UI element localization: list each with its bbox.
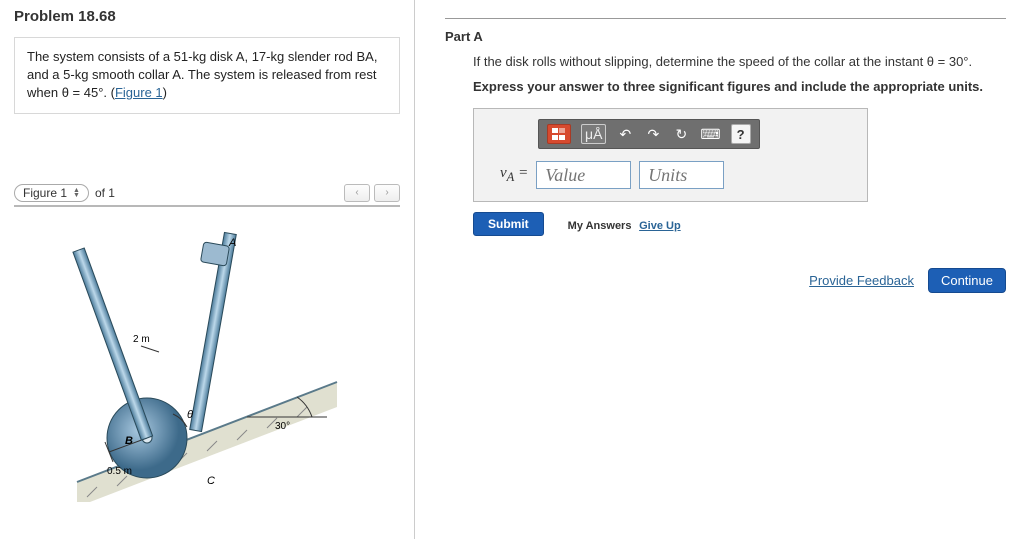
provide-feedback-link[interactable]: Provide Feedback	[809, 273, 914, 288]
figure-header: Figure 1 ▲▼ of 1 ‹ ›	[14, 184, 400, 207]
answer-box: μÅ ↶ ↷ ↻ ⌨ ? vA =	[473, 108, 868, 202]
keyboard-icon[interactable]: ⌨	[700, 124, 720, 144]
figure-canvas: 30° B 0.5 m A	[14, 207, 400, 507]
figure-count: of 1	[95, 186, 115, 200]
figure-prev-button[interactable]: ‹	[344, 184, 370, 202]
disk-radius: 0.5 m	[107, 466, 132, 477]
reset-icon[interactable]: ↻	[672, 124, 690, 144]
ground-label: C	[207, 475, 215, 487]
redo-icon[interactable]: ↷	[644, 124, 662, 144]
figure-link[interactable]: Figure 1	[115, 85, 163, 100]
right-panel: Part A If the disk rolls without slippin…	[415, 0, 1024, 539]
submit-button[interactable]: Submit	[473, 212, 544, 236]
problem-title: Problem 18.68	[14, 0, 400, 37]
figure-selector[interactable]: Figure 1 ▲▼	[14, 184, 89, 202]
problem-tail: )	[163, 85, 167, 100]
incline-angle: 30°	[275, 421, 290, 432]
part-a-body: If the disk rolls without slipping, dete…	[445, 54, 1006, 236]
variable-label: vA =	[500, 165, 528, 185]
symbols-icon[interactable]: μÅ	[581, 124, 606, 144]
stepper-icon: ▲▼	[73, 188, 80, 198]
figure-selector-label: Figure 1	[23, 186, 67, 200]
problem-statement: The system consists of a 51-kg disk A, 1…	[14, 37, 400, 114]
units-input[interactable]	[639, 161, 724, 189]
left-panel: Problem 18.68 The system consists of a 5…	[0, 0, 415, 539]
figure-nav: ‹ ›	[344, 184, 400, 202]
undo-icon[interactable]: ↶	[616, 124, 634, 144]
templates-icon[interactable]	[547, 124, 571, 144]
divider	[445, 18, 1006, 19]
figure-svg: 30° B 0.5 m A	[57, 222, 357, 502]
continue-button[interactable]: Continue	[928, 268, 1006, 293]
part-a-label: Part A	[445, 29, 1006, 44]
value-input[interactable]	[536, 161, 631, 189]
my-answers-group: My Answers Give Up	[568, 217, 681, 232]
figure-next-button[interactable]: ›	[374, 184, 400, 202]
collar-label: A	[228, 237, 236, 249]
part-a-prompt: If the disk rolls without slipping, dete…	[473, 54, 1006, 69]
figure-section: Figure 1 ▲▼ of 1 ‹ ›	[14, 184, 400, 507]
answer-input-row: vA =	[500, 161, 853, 189]
theta-label: θ	[187, 409, 193, 421]
footer-row: Provide Feedback Continue	[809, 268, 1006, 293]
give-up-link[interactable]: Give Up	[639, 220, 681, 232]
answer-toolbar: μÅ ↶ ↷ ↻ ⌨ ?	[538, 119, 760, 149]
problem-text: The system consists of a 51-kg disk A, 1…	[27, 49, 377, 100]
help-icon[interactable]: ?	[731, 124, 751, 144]
part-a-instruction: Express your answer to three significant…	[473, 79, 1006, 94]
rod-length: 2 m	[133, 334, 150, 345]
submit-row: Submit My Answers Give Up	[473, 212, 1006, 236]
my-answers-label: My Answers	[568, 220, 632, 232]
